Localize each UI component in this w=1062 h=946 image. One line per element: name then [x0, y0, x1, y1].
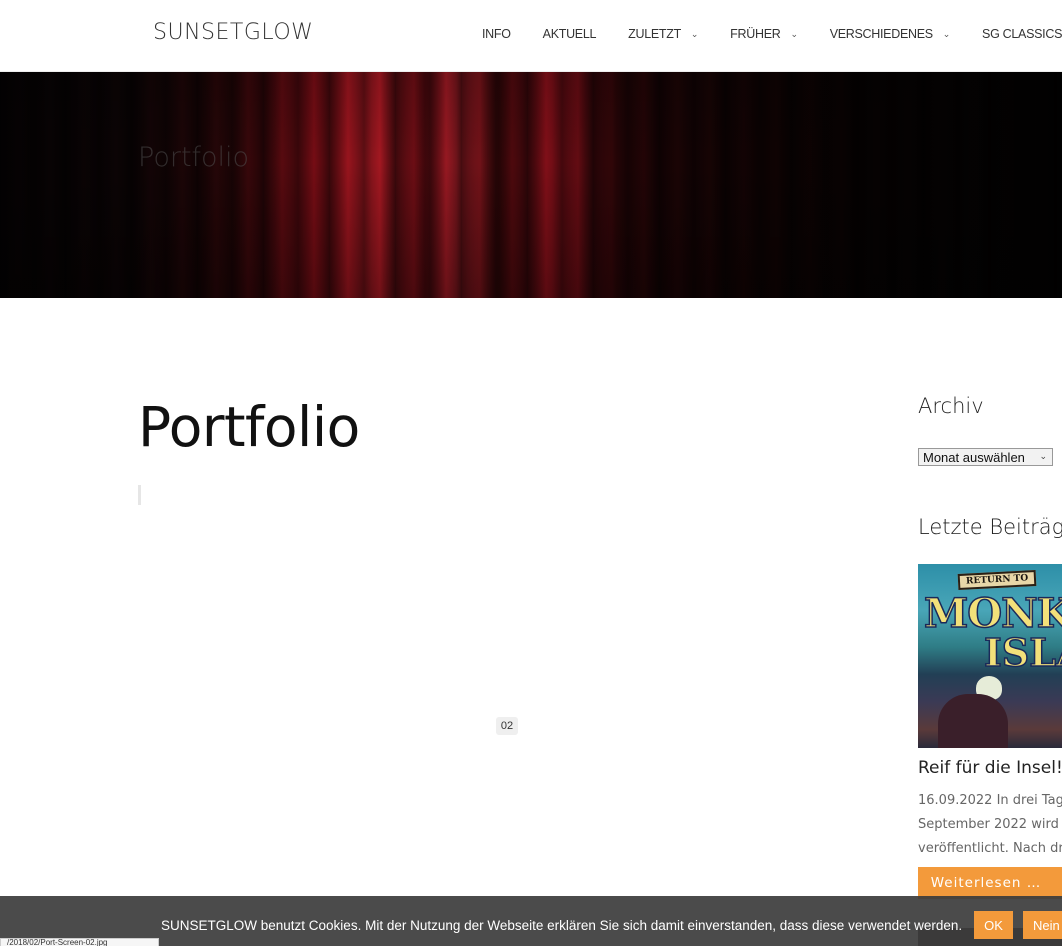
nav-label: VERSCHIEDENES	[829, 27, 933, 41]
nav-label: FRÜHER	[730, 27, 781, 41]
recent-posts-title: Letzte Beiträge	[918, 515, 1062, 539]
cookie-notice-text: SUNSETGLOW benutzt Cookies. Mit der Nutz…	[161, 918, 963, 933]
nav-item-verschiedenes[interactable]: VERSCHIEDENES ⌄	[829, 25, 951, 43]
nav-item-info[interactable]: INFO	[482, 25, 511, 43]
page-title: Portfolio	[138, 395, 360, 459]
archive-month-select[interactable]: Monat auswählen ⌄	[918, 448, 1053, 466]
post-title-link[interactable]: Reif für die Insel!	[918, 758, 1062, 778]
nav-item-frueher[interactable]: FRÜHER ⌄	[730, 25, 798, 43]
status-bar-url: /2018/02/Port-Screen-02.jpg	[0, 938, 159, 946]
thumb-title-word: ISLAND	[983, 629, 1062, 676]
chevron-down-icon: ⌄	[690, 28, 699, 39]
nav-label: ZULETZT	[628, 27, 681, 41]
nav-label: AKTUELL	[542, 27, 597, 41]
chevron-down-icon: ⌄	[1039, 451, 1047, 461]
cookie-decline-button[interactable]: Nein	[1023, 911, 1062, 939]
post-thumbnail[interactable]: RETURN TO MONKEY ISLAND	[918, 564, 1062, 748]
post-excerpt-line: September 2022 wird Ret	[918, 817, 1062, 832]
nav-label: INFO	[482, 27, 511, 41]
archive-select-value: Monat auswählen	[923, 449, 1025, 465]
read-more-button[interactable]: Weiterlesen …	[918, 867, 1062, 899]
nav-item-aktuell[interactable]: AKTUELL	[542, 25, 597, 43]
archive-widget-title: Archiv	[918, 394, 984, 418]
chevron-down-icon: ⌄	[790, 28, 798, 39]
main-nav: INFO AKTUELL ZULETZT ⌄ FRÜHER ⌄ VERSCHIEDE…	[482, 25, 1062, 43]
nav-label: SG CLASSICS	[982, 27, 1062, 41]
nav-item-zuletzt[interactable]: ZULETZT ⌄	[628, 25, 698, 43]
cookie-consent-bar: SUNSETGLOW benutzt Cookies. Mit der Nutz…	[0, 896, 1062, 946]
page-badge[interactable]: 02	[496, 717, 518, 735]
nav-item-sg-classics[interactable]: SG CLASSICS⌄	[982, 25, 1062, 43]
site-logo[interactable]: SUNSETGLOW	[153, 20, 313, 45]
pirate-figure-graphic	[938, 694, 1008, 748]
chevron-down-icon: ⌄	[942, 28, 951, 39]
site-header: SUNSETGLOW INFO AKTUELL ZULETZT ⌄ FRÜHER ⌄…	[0, 0, 1062, 72]
hero-title: Portfolio	[138, 142, 250, 173]
post-excerpt-line: veröffentlicht. Nach drei	[918, 841, 1062, 856]
hero-banner: Portfolio	[0, 72, 1062, 298]
post-excerpt-line: 16.09.2022 In drei Tagen,	[918, 793, 1062, 808]
cookie-accept-button[interactable]: OK	[974, 911, 1013, 939]
thumb-banner-text: RETURN TO	[957, 569, 1037, 591]
content-marker	[138, 485, 141, 505]
